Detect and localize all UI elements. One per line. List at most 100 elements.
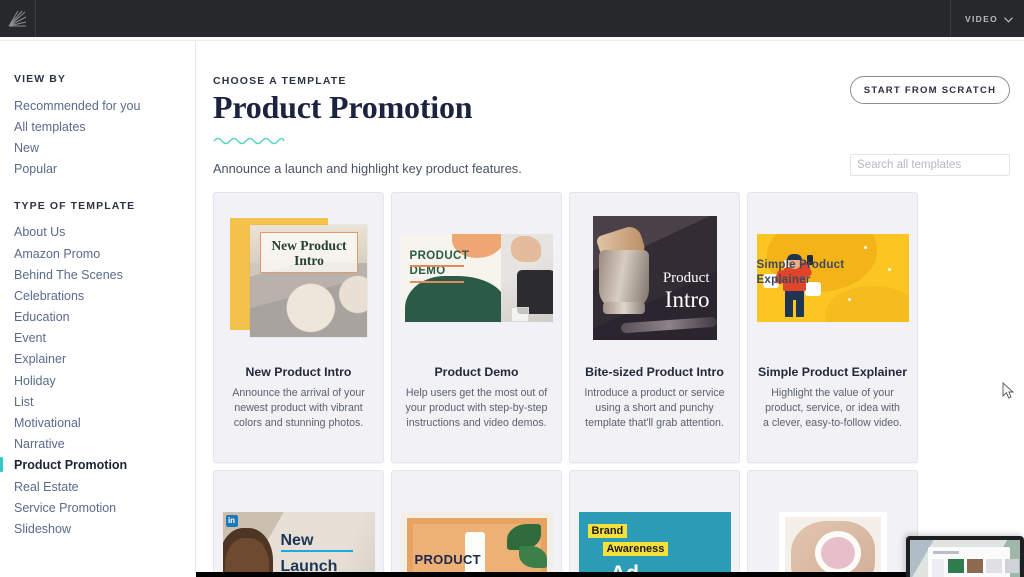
linkedin-badge-icon: in — [225, 515, 238, 527]
page-subtitle: Announce a launch and highlight key prod… — [213, 161, 522, 176]
sidebar-item-education[interactable]: Education — [0, 307, 195, 328]
sidebar-item-holiday[interactable]: Holiday — [0, 370, 195, 391]
page-title: Product Promotion — [213, 89, 473, 125]
top-bar-left — [0, 0, 36, 37]
sidebar-group-view-by: VIEW BY Recommended for you All template… — [0, 73, 195, 180]
glass-shape — [510, 307, 529, 322]
holder-base-shape — [602, 302, 645, 314]
underline-rule-1 — [280, 550, 353, 552]
template-thumbnail: Simple Product Explainer — [748, 193, 917, 363]
thumb-text: Product Intro — [662, 270, 710, 312]
thumb-text-line1: New Product — [271, 237, 347, 253]
fan-logo-icon — [8, 10, 28, 28]
window-card-placeholder — [986, 559, 1002, 573]
template-card-title: Product Demo — [434, 365, 519, 379]
window-card-placeholder — [1005, 559, 1019, 573]
laptop-window-content — [928, 547, 1019, 577]
thumb-text-line1: Product — [662, 270, 710, 286]
sidebar-item-product-promotion[interactable]: Product Promotion — [0, 455, 195, 476]
template-card[interactable]: PRODUCT DEMO Product Demo Help users get… — [391, 192, 562, 463]
template-card[interactable]: New Product Intro New Product Intro Anno… — [213, 192, 384, 463]
template-grid: New Product Intro New Product Intro Anno… — [213, 192, 1013, 577]
template-card-description: Announce the arrival of your newest prod… — [232, 387, 365, 429]
sidebar-item-service-promotion[interactable]: Service Promotion — [0, 497, 195, 518]
thumb-text-line2: Intro — [664, 287, 710, 312]
sidebar-item-celebrations[interactable]: Celebrations — [0, 285, 195, 306]
template-card[interactable]: Product Intro Bite-sized Product Intro I… — [569, 192, 740, 463]
sidebar-item-popular[interactable]: Popular — [0, 159, 195, 180]
brush-holder-shape — [598, 250, 649, 310]
thumb-skincare-bowl — [778, 512, 887, 577]
window-card-placeholder — [967, 559, 983, 573]
wavy-underline-decoration — [213, 132, 285, 150]
template-thumbnail: Brand Awareness Ad — [570, 471, 739, 577]
template-thumbnail: New Product Intro — [214, 193, 383, 363]
search-input[interactable] — [850, 154, 1010, 176]
character-leg-gap — [792, 300, 796, 317]
thumb-text: Simple Product Explainer — [756, 258, 845, 286]
sidebar-item-slideshow[interactable]: Slideshow — [0, 518, 195, 539]
thumb-product-orange: PRODUCT — [400, 512, 553, 577]
underline-rule-1 — [409, 265, 464, 267]
thumb-text-line2: Awareness — [602, 542, 669, 556]
chevron-down-icon — [1004, 10, 1013, 28]
thumb-brand-awareness-ad: Brand Awareness Ad — [578, 512, 731, 577]
cream-shape — [820, 537, 855, 569]
header-underline — [0, 37, 1024, 41]
sidebar-heading-type-of-template: TYPE OF TEMPLATE — [14, 199, 136, 212]
sidebar-group-type-of-template: TYPE OF TEMPLATE About Us Amazon Promo B… — [0, 200, 195, 540]
top-bar-right: VIDEO — [950, 0, 1024, 37]
template-card[interactable]: Brand Awareness Ad — [569, 470, 740, 577]
start-from-scratch-button[interactable]: START FROM SCRATCH — [850, 76, 1010, 104]
thumb-text-line1: New — [280, 532, 314, 549]
thumb-text: PRODUCT DEMO — [410, 249, 470, 279]
photo-frame — [784, 517, 881, 577]
window-card-placeholder — [948, 559, 964, 573]
sidebar-item-new[interactable]: New — [0, 137, 195, 158]
thumb-simple-product-explainer: Simple Product Explainer — [756, 234, 909, 322]
window-sidebar-placeholder — [932, 559, 944, 577]
thumb-new-launch: in New Launch — [222, 512, 375, 577]
sidebar-item-behind-the-scenes[interactable]: Behind The Scenes — [0, 264, 195, 285]
video-type-label: VIDEO — [965, 13, 998, 24]
green-blob-shape — [404, 276, 505, 322]
sidebar-item-motivational[interactable]: Motivational — [0, 412, 195, 433]
sparkle-icon — [847, 298, 851, 301]
sidebar-item-recommended-for-you[interactable]: Recommended for you — [0, 95, 195, 116]
template-thumbnail: PRODUCT DEMO — [392, 193, 561, 363]
sidebar-item-real-estate[interactable]: Real Estate — [0, 476, 195, 497]
hand-shape — [510, 236, 541, 262]
thumb-text-box: New Product Intro — [260, 232, 358, 273]
template-thumbnail — [748, 471, 917, 577]
template-card-title: Bite-sized Product Intro — [585, 365, 724, 379]
metal-bar-shape — [620, 316, 717, 334]
template-card[interactable]: in New Launch — [213, 470, 384, 577]
thumb-new-product-intro: New Product Intro — [230, 218, 367, 338]
video-type-selector[interactable]: VIDEO — [950, 0, 1024, 37]
sidebar-item-list[interactable]: List — [0, 391, 195, 412]
sidebar-item-amazon-promo[interactable]: Amazon Promo — [0, 243, 195, 264]
template-card-description: Help users get the most out of your prod… — [405, 387, 548, 429]
sidebar: VIEW BY Recommended for you All template… — [0, 42, 196, 577]
sidebar-item-all-templates[interactable]: All templates — [0, 116, 195, 137]
sidebar-item-about-us[interactable]: About Us — [0, 222, 195, 243]
laptop-preview-overlay[interactable] — [906, 536, 1024, 577]
template-thumbnail: PRODUCT — [392, 471, 561, 577]
template-card[interactable]: Simple Product Explainer Simple Product … — [747, 192, 918, 463]
underline-rule-2 — [409, 281, 464, 283]
sidebar-item-narrative[interactable]: Narrative — [0, 434, 195, 455]
thumb-text: New Launch — [281, 528, 338, 577]
top-bar: VIDEO — [0, 0, 1024, 37]
thumb-text-line1: Brand — [587, 524, 628, 538]
sidebar-item-event[interactable]: Event — [0, 328, 195, 349]
mouse-cursor — [1002, 381, 1015, 405]
template-card[interactable] — [747, 470, 918, 577]
thumb-text-line2: Intro — [294, 252, 324, 268]
thumb-product-demo: PRODUCT DEMO — [400, 234, 553, 322]
template-card[interactable]: PRODUCT — [391, 470, 562, 577]
sidebar-item-explainer[interactable]: Explainer — [0, 349, 195, 370]
sparkle-icon — [863, 246, 867, 249]
app-logo[interactable] — [0, 0, 36, 37]
laptop-screen — [910, 540, 1020, 577]
template-card-title: New Product Intro — [245, 365, 352, 379]
